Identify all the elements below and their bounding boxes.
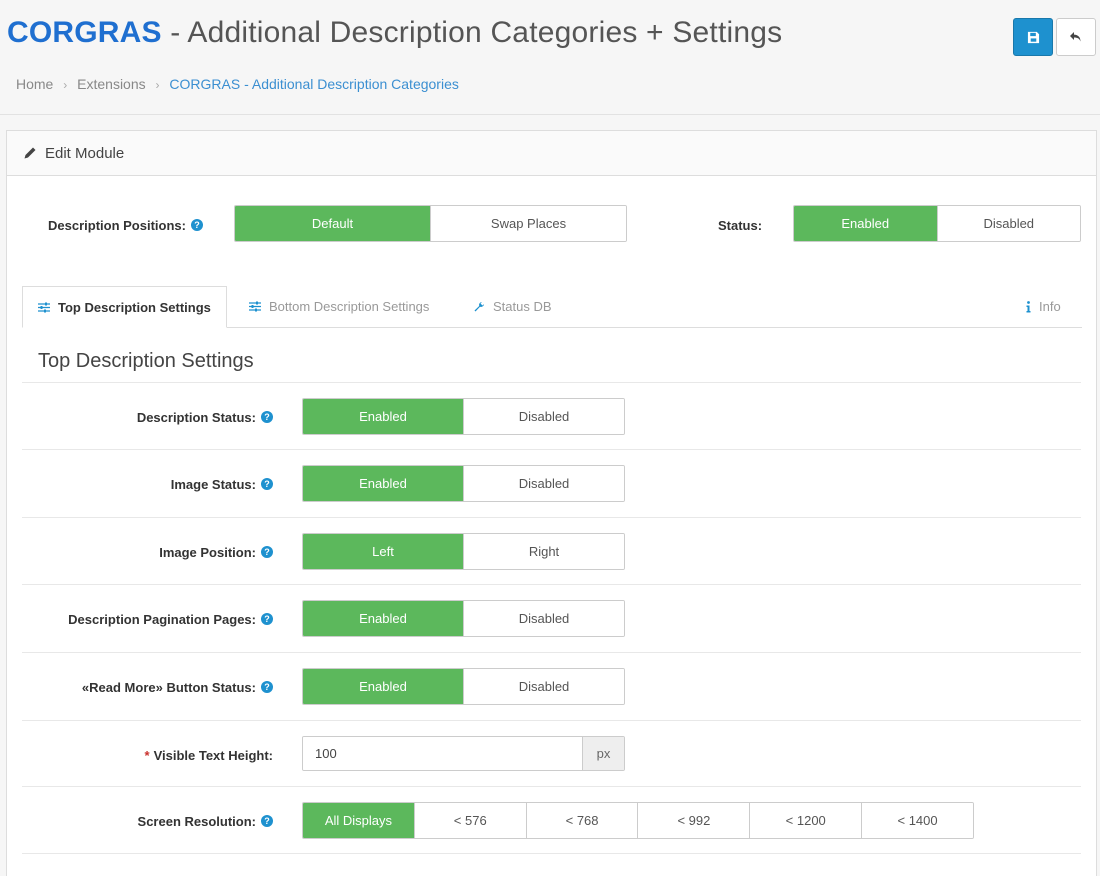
option-default[interactable]: Default — [235, 206, 430, 241]
option-enabled[interactable]: Enabled — [303, 399, 463, 434]
breadcrumb-separator: › — [63, 78, 68, 92]
option-enabled[interactable]: Enabled — [794, 206, 937, 241]
divider — [22, 652, 1081, 653]
tab-info[interactable]: Info — [1026, 286, 1061, 327]
help-icon[interactable]: ? — [261, 613, 273, 625]
label-text: Description Status: — [136, 409, 256, 425]
breadcrumb-home[interactable]: Home — [16, 76, 53, 92]
panel-heading: Edit Module — [7, 131, 1096, 176]
back-button[interactable] — [1056, 18, 1096, 56]
option-disabled[interactable]: Disabled — [463, 399, 624, 434]
help-icon[interactable]: ? — [261, 681, 273, 693]
option-disabled[interactable]: Disabled — [463, 601, 624, 636]
status-toggle: Enabled Disabled — [793, 205, 1081, 242]
page-header: CORGRAS - Additional Description Categor… — [0, 0, 1100, 115]
option-left[interactable]: Left — [303, 534, 463, 569]
reply-icon — [1070, 32, 1081, 42]
label-text: Screen Resolution: — [137, 813, 256, 829]
description-positions-label: Description Positions: ? — [48, 215, 203, 235]
option-disabled[interactable]: Disabled — [936, 206, 1080, 241]
option-disabled[interactable]: Disabled — [463, 466, 624, 501]
description-positions-toggle: Default Swap Places — [234, 205, 627, 242]
settings-tabs: Top Description Settings Bottom Descript… — [22, 286, 1082, 328]
option-disabled[interactable]: Disabled — [463, 669, 624, 704]
required-mark: * — [144, 747, 150, 763]
option-768[interactable]: < 768 — [525, 803, 638, 838]
description-positions-label-text: Description Positions: — [48, 217, 186, 233]
description-pagination-pages-toggle: Enabled Disabled — [302, 600, 625, 637]
help-icon[interactable]: ? — [261, 546, 273, 558]
option-right[interactable]: Right — [463, 534, 624, 569]
tab-bottom-description-settings[interactable]: Bottom Description Settings — [249, 286, 429, 327]
label-text: Image Position: — [159, 544, 256, 560]
divider — [22, 584, 1081, 585]
label-text: Description Pagination Pages: — [68, 611, 256, 627]
image-position-toggle: Left Right — [302, 533, 625, 570]
visible-text-height-label: * Visible Text Height: — [27, 745, 274, 765]
option-1200[interactable]: < 1200 — [749, 803, 862, 838]
option-992[interactable]: < 992 — [637, 803, 750, 838]
description-status-toggle: Enabled Disabled — [302, 398, 625, 435]
divider — [22, 517, 1081, 518]
screen-resolution-toggle: All Displays < 576 < 768 < 992 < 1200 < … — [302, 802, 974, 839]
help-icon[interactable]: ? — [261, 815, 273, 827]
visible-text-height-group: px — [302, 736, 625, 771]
option-576[interactable]: < 576 — [413, 803, 526, 838]
divider — [22, 449, 1081, 450]
option-enabled[interactable]: Enabled — [303, 601, 463, 636]
breadcrumb-current[interactable]: CORGRAS - Additional Description Categor… — [169, 76, 458, 92]
help-icon[interactable]: ? — [261, 411, 273, 423]
page-title: CORGRAS - Additional Description Categor… — [7, 16, 782, 50]
description-pagination-pages-label: Description Pagination Pages:? — [27, 609, 273, 629]
option-all-displays[interactable]: All Displays — [303, 803, 414, 838]
tab-label: Top Description Settings — [58, 299, 211, 315]
read-more-button-status-label: «Read More» Button Status:? — [27, 677, 273, 697]
divider — [22, 786, 1081, 787]
label-text: Image Status: — [170, 476, 256, 492]
breadcrumb-extensions[interactable]: Extensions — [77, 76, 145, 92]
divider — [22, 853, 1081, 854]
label-text: Visible Text Height: — [153, 747, 273, 763]
tab-label: Status DB — [493, 299, 552, 314]
image-status-label: Image Status:? — [27, 474, 273, 494]
help-icon[interactable]: ? — [261, 478, 273, 490]
read-more-button-status-toggle: Enabled Disabled — [302, 668, 625, 705]
edit-module-panel: Edit Module Description Positions: ? Def… — [6, 130, 1097, 876]
sliders-icon — [249, 301, 261, 312]
divider — [22, 720, 1081, 721]
divider — [22, 382, 1081, 383]
option-1400[interactable]: < 1400 — [861, 803, 973, 838]
option-enabled[interactable]: Enabled — [303, 466, 463, 501]
image-status-toggle: Enabled Disabled — [302, 465, 625, 502]
help-icon[interactable]: ? — [190, 219, 203, 231]
tab-label: Info — [1039, 299, 1061, 314]
status-label: Status: — [718, 217, 763, 233]
visible-text-height-input[interactable] — [303, 737, 582, 770]
breadcrumb: Home › Extensions › CORGRAS - Additional… — [16, 76, 459, 92]
image-position-label: Image Position:? — [27, 542, 273, 562]
label-text: «Read More» Button Status: — [81, 679, 256, 695]
pencil-icon — [24, 147, 36, 159]
save-button[interactable] — [1013, 18, 1053, 56]
section-title: Top Description Settings — [38, 350, 254, 372]
sliders-icon — [38, 302, 50, 312]
tab-top-description-settings[interactable]: Top Description Settings — [22, 286, 227, 328]
wrench-icon — [474, 301, 484, 311]
description-status-label: Description Status:? — [27, 407, 273, 427]
page-title-rest: - Additional Description Categories + Se… — [161, 16, 783, 49]
panel-heading-text: Edit Module — [45, 144, 125, 162]
option-enabled[interactable]: Enabled — [303, 669, 463, 704]
save-icon — [1027, 31, 1039, 43]
unit-addon: px — [582, 737, 624, 770]
tab-label: Bottom Description Settings — [269, 299, 430, 314]
breadcrumb-separator: › — [155, 78, 160, 92]
info-icon — [1026, 300, 1031, 312]
page-title-brand: CORGRAS — [7, 16, 162, 49]
option-swap-places[interactable]: Swap Places — [430, 206, 626, 241]
tab-status-db[interactable]: Status DB — [473, 286, 552, 327]
screen-resolution-label: Screen Resolution:? — [27, 811, 273, 831]
